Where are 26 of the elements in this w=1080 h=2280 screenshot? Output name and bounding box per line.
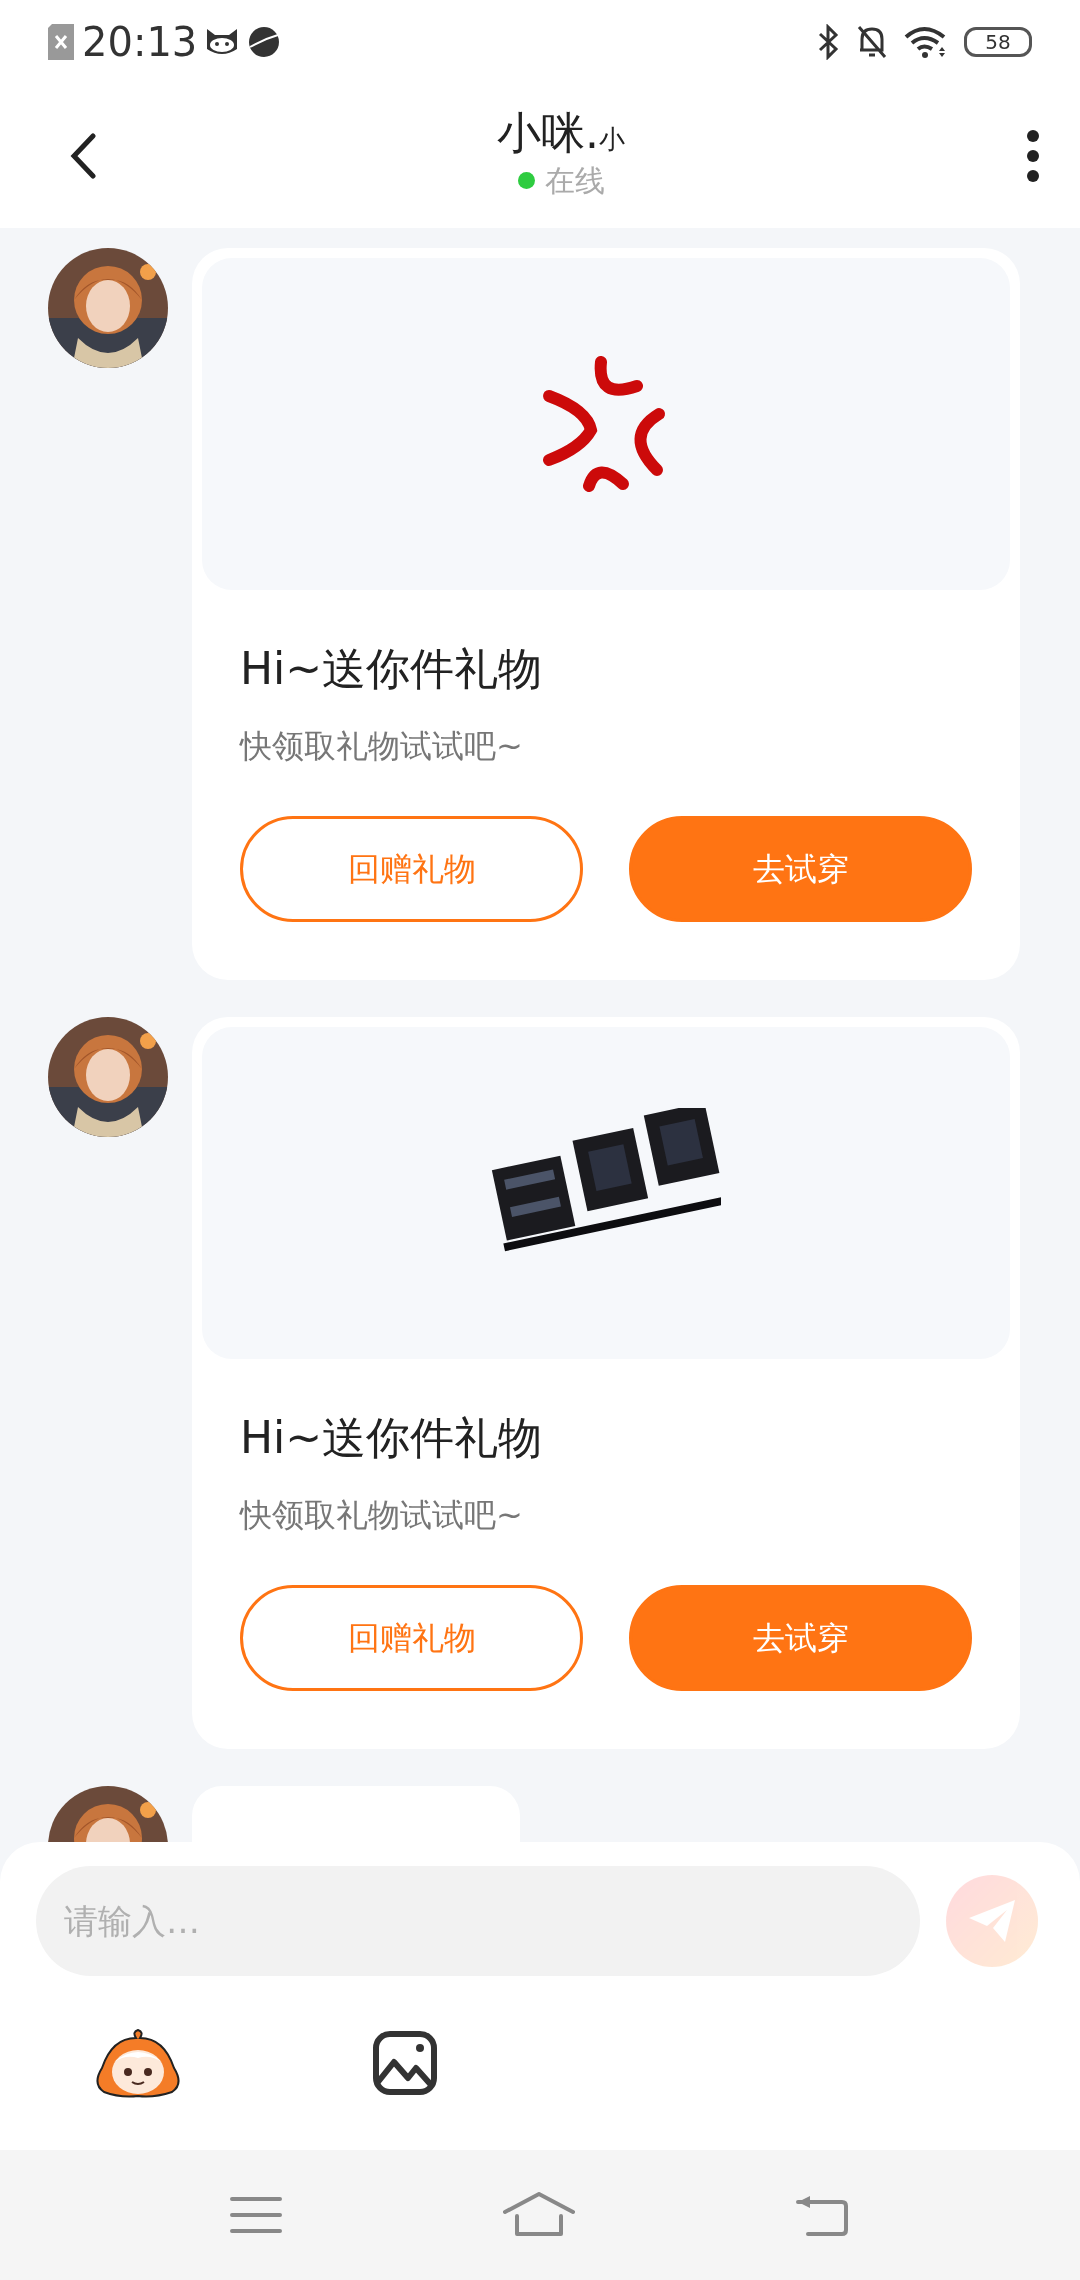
sim-card-icon <box>48 24 74 60</box>
gift-subtitle: 快领取礼物试试吧~ <box>240 726 524 767</box>
muted-bell-icon <box>856 24 888 60</box>
back-nav-icon[interactable] <box>795 2194 850 2236</box>
message-input[interactable]: 请输入… <box>36 1866 920 1976</box>
gift-title: Hi~送你件礼物 <box>240 1411 544 1465</box>
gift-title: Hi~送你件礼物 <box>240 642 544 696</box>
return-gift-button[interactable]: 回赠礼物 <box>240 816 583 922</box>
return-gift-button[interactable]: 回赠礼物 <box>240 1585 583 1691</box>
try-on-button[interactable]: 去试穿 <box>629 1585 972 1691</box>
back-icon[interactable] <box>70 133 96 179</box>
home-icon[interactable] <box>503 2192 575 2238</box>
try-on-button[interactable]: 去试穿 <box>629 816 972 922</box>
cat-face-icon <box>205 27 240 57</box>
more-icon[interactable] <box>1026 129 1040 183</box>
battery-indicator: 58 <box>964 27 1032 57</box>
menu-icon[interactable] <box>230 2195 283 2235</box>
image-icon[interactable] <box>372 2030 438 2096</box>
online-status: 在线 <box>544 161 605 200</box>
planet-icon <box>247 25 282 59</box>
gift-subtitle: 快领取礼物试试吧~ <box>240 1495 524 1536</box>
mascot-sticker-icon[interactable] <box>94 2028 182 2098</box>
wifi-icon <box>904 25 948 59</box>
bluetooth-icon <box>818 24 840 60</box>
clock-time: 20:13 <box>82 18 198 67</box>
send-icon <box>967 1898 1017 1944</box>
